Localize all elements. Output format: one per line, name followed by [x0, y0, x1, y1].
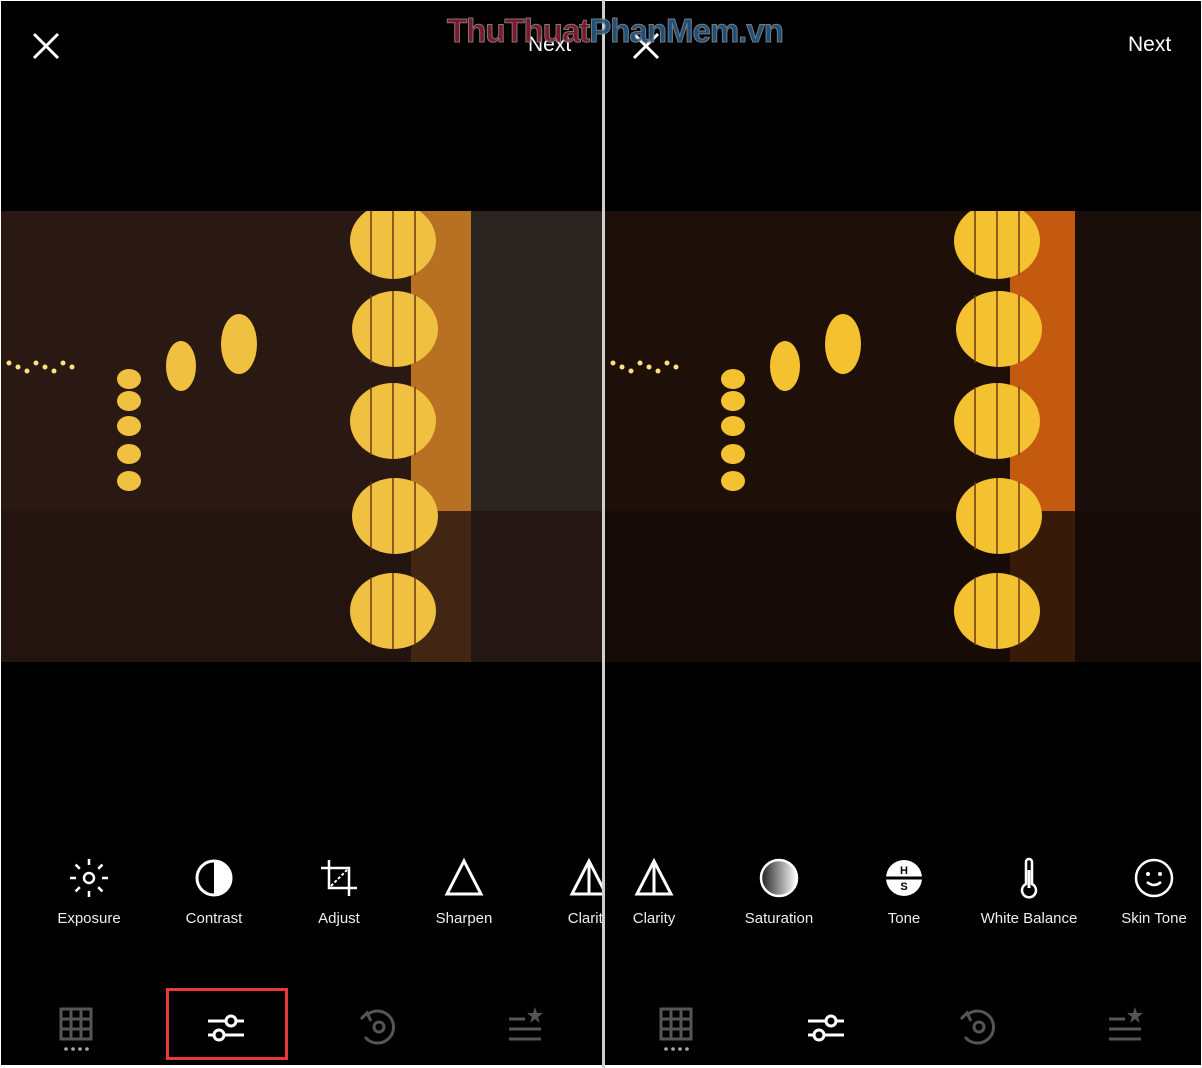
- nav-history-button[interactable]: [353, 1003, 403, 1053]
- recipe-star-icon: [1109, 1007, 1143, 1041]
- tool-exposure[interactable]: Exposure: [29, 856, 149, 927]
- nav-grid-button[interactable]: [651, 1003, 701, 1053]
- tool-contrast[interactable]: Contrast: [154, 856, 274, 927]
- tool-clarity[interactable]: Clarity: [529, 856, 602, 927]
- tool-tone[interactable]: H S Tone: [844, 856, 964, 927]
- triangle-icon: [444, 857, 484, 896]
- hs-circle-icon: HS: [886, 860, 922, 896]
- close-icon[interactable]: [31, 31, 61, 61]
- editor-panel-left: Next Exposure Contrast Adjust Sharpen Clarit…: [1, 1, 602, 1065]
- thermometer-icon: [1020, 857, 1038, 899]
- tool-clarity[interactable]: Clarity: [605, 856, 714, 927]
- tool-label: White Balance: [980, 910, 1078, 927]
- tool-white-balance[interactable]: White Balance: [969, 856, 1089, 927]
- nav-history-button[interactable]: [953, 1003, 1003, 1053]
- half-circle-icon: [195, 859, 233, 897]
- history-icon: [359, 1009, 396, 1045]
- watermark-logo: ThuThuatPhanMem.vn: [446, 12, 784, 50]
- tool-label: Skin Tone: [1121, 910, 1187, 927]
- tool-label: Clarity: [632, 910, 676, 927]
- highlight-box: [166, 988, 288, 1060]
- crop-rotate-icon: [321, 860, 357, 896]
- history-icon: [959, 1009, 996, 1045]
- nav-recipe-star-button[interactable]: [501, 1003, 551, 1053]
- tool-label: Saturation: [744, 910, 814, 927]
- tool-label: Adjust: [318, 910, 360, 927]
- sun-icon: [70, 859, 108, 897]
- sliders-icon: [808, 1014, 844, 1042]
- tool-label: Sharpen: [435, 910, 493, 927]
- split-triangle-icon: [634, 857, 674, 896]
- tool-adjust[interactable]: Adjust: [279, 856, 399, 927]
- tool-label: Exposure: [57, 910, 121, 927]
- tool-saturation[interactable]: Saturation: [719, 856, 839, 927]
- tool-label: Clarity: [567, 910, 602, 927]
- nav-recipe-star-button[interactable]: [1101, 1003, 1151, 1053]
- nav-sliders-button[interactable]: [801, 1003, 851, 1053]
- tool-skin-tone[interactable]: Skin Tone: [1094, 856, 1201, 927]
- photo-preview: [605, 211, 1201, 662]
- svg-text:S: S: [900, 881, 907, 893]
- recipe-star-icon: [509, 1007, 543, 1041]
- nav-grid-button[interactable]: [51, 1003, 101, 1053]
- gradient-circle-icon: [759, 858, 799, 898]
- face-icon: [1134, 858, 1174, 898]
- tool-label: Tone: [887, 910, 921, 927]
- grid-icon: [59, 1007, 93, 1051]
- grid-icon: [659, 1007, 693, 1051]
- next-button[interactable]: Next: [1128, 33, 1171, 57]
- tool-label: Contrast: [185, 910, 243, 927]
- split-triangle-icon: [569, 857, 602, 896]
- tool-sharpen[interactable]: Sharpen: [404, 856, 524, 927]
- editor-panel-right: Next Clarity Saturation H S Tone White Balanc…: [605, 1, 1201, 1065]
- svg-text:H: H: [900, 865, 908, 877]
- photo-preview: [1, 211, 602, 662]
